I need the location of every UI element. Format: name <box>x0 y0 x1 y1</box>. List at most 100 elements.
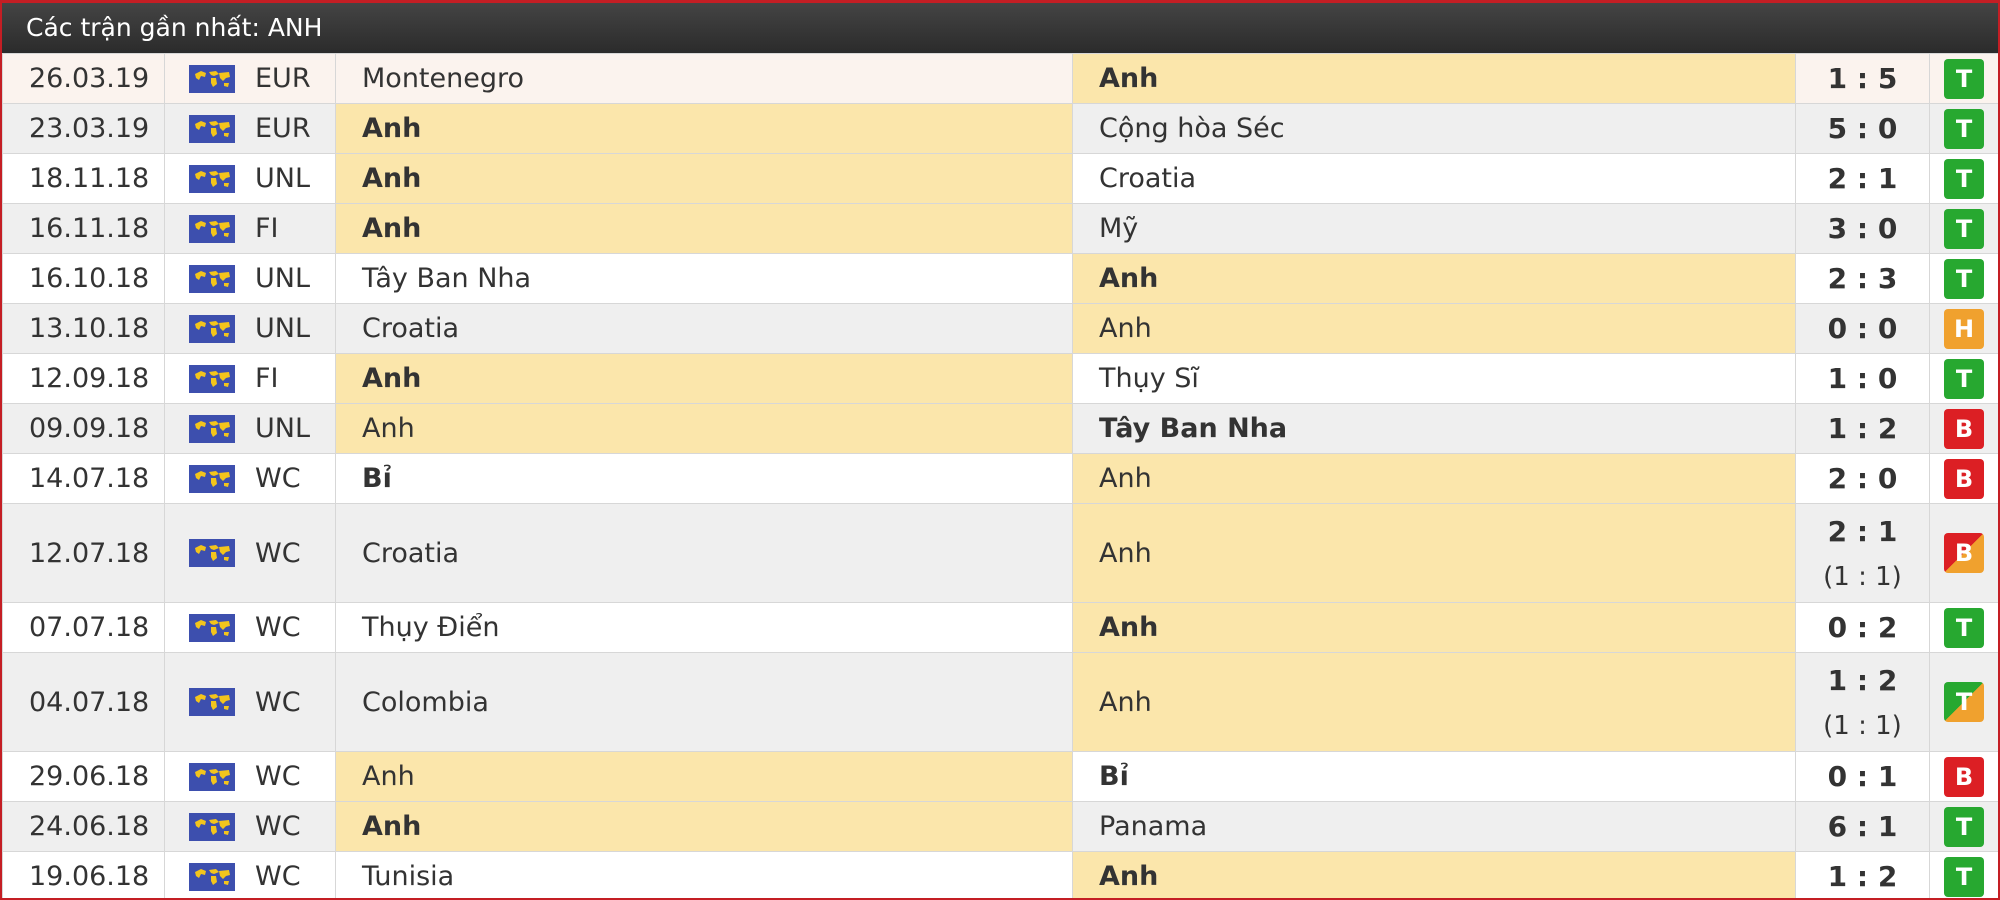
home-team[interactable]: Anh <box>335 403 1073 454</box>
match-date: 12.07.18 <box>2 503 165 603</box>
away-team[interactable]: Anh <box>1072 851 1796 898</box>
match-score[interactable]: 3 : 0 <box>1795 203 1930 254</box>
match-score[interactable]: 0 : 0 <box>1795 303 1930 354</box>
home-team[interactable]: Anh <box>335 751 1073 802</box>
result-badge: T <box>1944 856 1984 897</box>
league-code: FI <box>255 213 279 244</box>
away-team[interactable]: Anh <box>1072 503 1796 603</box>
result-badge: T <box>1944 108 1984 149</box>
world-flag-icon <box>189 64 235 93</box>
league-code: EUR <box>255 113 311 144</box>
away-team[interactable]: Anh <box>1072 53 1796 104</box>
away-team[interactable]: Panama <box>1072 801 1796 852</box>
result-badge: T <box>1944 358 1984 399</box>
league-code: WC <box>255 537 301 569</box>
home-team[interactable]: Anh <box>335 103 1073 154</box>
match-score[interactable]: 2 : 3 <box>1795 253 1930 304</box>
table-row[interactable]: 04.07.18 WC Colombia Anh 1 : 2 (1 : 1) T <box>2 652 1998 752</box>
table-row[interactable]: 16.10.18 UNL Tây Ban Nha Anh 2 : 3 T <box>2 253 1998 304</box>
away-team[interactable]: Anh <box>1072 602 1796 653</box>
match-date: 04.07.18 <box>2 652 165 752</box>
table-row[interactable]: 24.06.18 WC Anh Panama 6 : 1 T <box>2 801 1998 852</box>
home-team[interactable]: Anh <box>335 203 1073 254</box>
match-date: 09.09.18 <box>2 403 165 454</box>
world-flag-icon <box>189 812 235 841</box>
match-date: 07.07.18 <box>2 602 165 653</box>
match-date: 16.11.18 <box>2 203 165 254</box>
match-date: 18.11.18 <box>2 153 165 204</box>
home-team[interactable]: Montenegro <box>335 53 1073 104</box>
league-code: FI <box>255 363 279 394</box>
league-code: UNL <box>255 313 311 344</box>
home-team[interactable]: Anh <box>335 153 1073 204</box>
league-code: UNL <box>255 413 311 444</box>
league-code: WC <box>255 761 301 792</box>
home-team[interactable]: Croatia <box>335 503 1073 603</box>
match-score[interactable]: 2 : 0 <box>1795 453 1930 504</box>
result-badge: B <box>1944 458 1984 499</box>
match-score[interactable]: 1 : 5 <box>1795 53 1930 104</box>
home-team[interactable]: Croatia <box>335 303 1073 354</box>
full-time-score: 2 : 1 <box>1827 514 1898 548</box>
table-row[interactable]: 07.07.18 WC Thụy Điển Anh 0 : 2 T <box>2 602 1998 653</box>
match-score[interactable]: 2 : 1 (1 : 1) <box>1795 503 1930 603</box>
away-team[interactable]: Anh <box>1072 303 1796 354</box>
matches-table: 26.03.19 EUR Montenegro Anh 1 : 5 T 23.0… <box>2 53 1998 898</box>
world-flag-icon <box>189 464 235 493</box>
home-team[interactable]: Bỉ <box>335 453 1073 504</box>
league-code: WC <box>255 861 301 892</box>
away-team[interactable]: Anh <box>1072 453 1796 504</box>
home-team[interactable]: Anh <box>335 801 1073 852</box>
table-row[interactable]: 26.03.19 EUR Montenegro Anh 1 : 5 T <box>2 53 1998 104</box>
away-team[interactable]: Thụy Sĩ <box>1072 353 1796 404</box>
match-score[interactable]: 6 : 1 <box>1795 801 1930 852</box>
match-score[interactable]: 1 : 2 <box>1795 403 1930 454</box>
result-badge: T <box>1944 208 1984 249</box>
table-row[interactable]: 18.11.18 UNL Anh Croatia 2 : 1 T <box>2 153 1998 204</box>
table-row[interactable]: 12.09.18 FI Anh Thụy Sĩ 1 : 0 T <box>2 353 1998 404</box>
world-flag-icon <box>189 114 235 143</box>
world-flag-icon <box>189 264 235 293</box>
home-team[interactable]: Tunisia <box>335 851 1073 898</box>
world-flag-icon <box>189 214 235 243</box>
panel-header: Các trận gần nhất: ANH <box>2 0 1998 53</box>
match-date: 29.06.18 <box>2 751 165 802</box>
match-date: 16.10.18 <box>2 253 165 304</box>
table-row[interactable]: 23.03.19 EUR Anh Cộng hòa Séc 5 : 0 T <box>2 103 1998 154</box>
match-score[interactable]: 5 : 0 <box>1795 103 1930 154</box>
result-badge: T <box>1944 58 1984 99</box>
table-row[interactable]: 16.11.18 FI Anh Mỹ 3 : 0 T <box>2 203 1998 254</box>
world-flag-icon <box>189 164 235 193</box>
away-team[interactable]: Tây Ban Nha <box>1072 403 1796 454</box>
league-code: WC <box>255 811 301 842</box>
match-date: 14.07.18 <box>2 453 165 504</box>
table-row[interactable]: 13.10.18 UNL Croatia Anh 0 : 0 H <box>2 303 1998 354</box>
match-date: 24.06.18 <box>2 801 165 852</box>
match-score[interactable]: 1 : 0 <box>1795 353 1930 404</box>
result-badge: T <box>1944 607 1984 648</box>
half-time-score: (1 : 1) <box>1823 710 1902 741</box>
table-row[interactable]: 29.06.18 WC Anh Bỉ 0 : 1 B <box>2 751 1998 802</box>
match-score[interactable]: 0 : 2 <box>1795 602 1930 653</box>
away-team[interactable]: Bỉ <box>1072 751 1796 802</box>
table-row[interactable]: 14.07.18 WC Bỉ Anh 2 : 0 B <box>2 453 1998 504</box>
home-team[interactable]: Thụy Điển <box>335 602 1073 653</box>
match-score[interactable]: 1 : 2 <box>1795 851 1930 898</box>
home-team[interactable]: Colombia <box>335 652 1073 752</box>
away-team[interactable]: Mỹ <box>1072 203 1796 254</box>
home-team[interactable]: Tây Ban Nha <box>335 253 1073 304</box>
table-row[interactable]: 12.07.18 WC Croatia Anh 2 : 1 (1 : 1) B <box>2 503 1998 603</box>
match-score[interactable]: 1 : 2 (1 : 1) <box>1795 652 1930 752</box>
away-team[interactable]: Anh <box>1072 253 1796 304</box>
home-team[interactable]: Anh <box>335 353 1073 404</box>
result-badge: T <box>1944 682 1984 722</box>
table-row[interactable]: 09.09.18 UNL Anh Tây Ban Nha 1 : 2 B <box>2 403 1998 454</box>
table-row[interactable]: 19.06.18 WC Tunisia Anh 1 : 2 T <box>2 851 1998 898</box>
half-time-score: (1 : 1) <box>1823 561 1902 592</box>
away-team[interactable]: Anh <box>1072 652 1796 752</box>
away-team[interactable]: Cộng hòa Séc <box>1072 103 1796 154</box>
match-score[interactable]: 2 : 1 <box>1795 153 1930 204</box>
result-badge: B <box>1944 533 1984 573</box>
match-score[interactable]: 0 : 1 <box>1795 751 1930 802</box>
away-team[interactable]: Croatia <box>1072 153 1796 204</box>
